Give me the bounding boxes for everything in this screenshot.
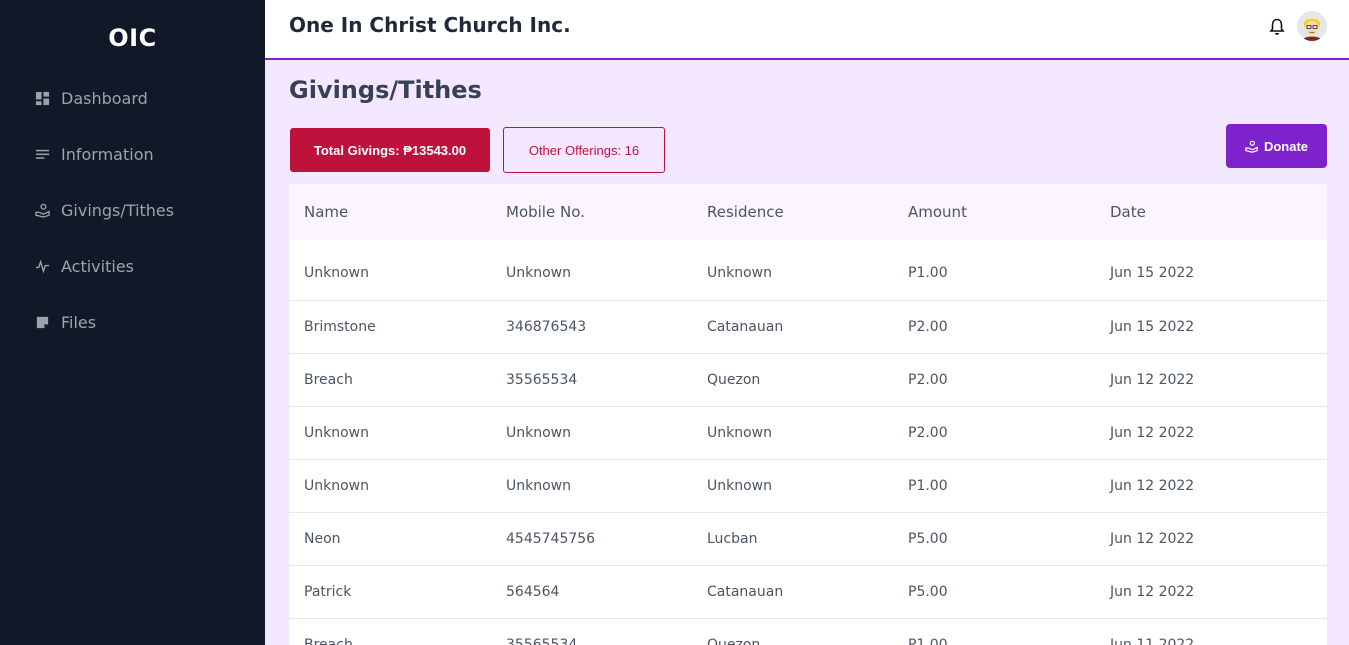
column-header-residence[interactable]: Residence (691, 203, 892, 221)
donate-button[interactable]: Donate (1226, 124, 1327, 168)
cell-name: Unknown (304, 478, 369, 494)
column-header-date[interactable]: Date (1093, 203, 1327, 221)
cell-amount: P2.00 (908, 372, 948, 388)
file-icon (34, 314, 50, 330)
sidebar-item-label: Dashboard (61, 88, 148, 108)
sidebar-item-label: Activities (61, 256, 134, 276)
cell-date: Jun 12 2022 (1110, 478, 1195, 494)
cell-date: Jun 11 2022 (1110, 637, 1195, 645)
cell-amount: P5.00 (908, 584, 948, 600)
cell-name: Unknown (304, 425, 369, 441)
cell-amount: P2.00 (908, 425, 948, 441)
cell-residence: Catanauan (707, 584, 784, 600)
cell-amount: P1.00 (908, 478, 948, 494)
cell-mobile: 346876543 (506, 319, 587, 335)
hand-coin-icon (34, 202, 50, 218)
pulse-icon (34, 258, 50, 274)
table-row[interactable]: Neon 4545745756 Lucban P5.00 Jun 12 2022 (289, 513, 1327, 566)
cell-name: Brimstone (304, 319, 376, 335)
table-body: Unknown Unknown Unknown P1.00 Jun 15 2022 Bri… (289, 240, 1327, 645)
givings-table: Name Mobile No. Residence Amount Date Un… (289, 184, 1327, 645)
table-row[interactable]: Brimstone 346876543 Catanauan P2.00 Jun 15 2… (289, 301, 1327, 354)
sidebar-item-activities[interactable]: Activities (0, 238, 265, 294)
table-row[interactable]: Breach 35565534 Quezon P1.00 Jun 11 2022 (289, 619, 1327, 645)
sidebar-nav: Dashboard Information Givings/Tithes Act… (0, 70, 265, 350)
avatar[interactable] (1297, 11, 1327, 41)
sidebar-item-dashboard[interactable]: Dashboard (0, 70, 265, 126)
cell-mobile: 35565534 (506, 637, 578, 645)
bell-icon[interactable] (1269, 18, 1285, 36)
cell-mobile: 4545745756 (506, 531, 596, 547)
page-title: Givings/Tithes (289, 76, 482, 104)
cell-date: Jun 12 2022 (1110, 531, 1195, 547)
cell-name: Breach (304, 372, 353, 388)
table-row[interactable]: Breach 35565534 Quezon P2.00 Jun 12 2022 (289, 354, 1327, 407)
table-row[interactable]: Unknown Unknown Unknown P1.00 Jun 12 2022 (289, 460, 1327, 513)
menu-lines-icon (34, 146, 50, 162)
app-title: One In Christ Church Inc. (289, 13, 571, 37)
cell-date: Jun 15 2022 (1110, 265, 1195, 281)
cell-mobile: 35565534 (506, 372, 578, 388)
cell-residence: Catanauan (707, 319, 784, 335)
other-offerings-button[interactable]: Other Offerings: 16 (503, 127, 665, 173)
hand-coin-icon (1245, 140, 1258, 153)
sidebar-item-givings[interactable]: Givings/Tithes (0, 182, 265, 238)
cell-residence: Lucban (707, 531, 758, 547)
table-header: Name Mobile No. Residence Amount Date (289, 184, 1327, 240)
table-row[interactable]: Patrick 564564 Catanauan P5.00 Jun 12 2022 (289, 566, 1327, 619)
cell-name: Patrick (304, 584, 352, 600)
cell-mobile: Unknown (506, 478, 571, 494)
sidebar-item-label: Files (61, 312, 97, 332)
sidebar-item-label: Givings/Tithes (61, 200, 175, 220)
brand-logo[interactable]: OIC (0, 24, 265, 52)
top-header: One In Christ Church Inc. (265, 0, 1349, 60)
cell-date: Jun 12 2022 (1110, 425, 1195, 441)
sidebar-item-files[interactable]: Files (0, 294, 265, 350)
cell-residence: Unknown (707, 265, 772, 281)
cell-amount: P1.00 (908, 265, 948, 281)
cell-name: Breach (304, 637, 353, 645)
cell-date: Jun 15 2022 (1110, 319, 1195, 335)
sidebar: OIC Dashboard Information Givings/Tithes… (0, 0, 265, 645)
cell-name: Neon (304, 531, 341, 547)
cell-residence: Quezon (707, 637, 761, 645)
cell-name: Unknown (304, 265, 369, 281)
cell-date: Jun 12 2022 (1110, 584, 1195, 600)
cell-amount: P5.00 (908, 531, 948, 547)
sidebar-item-information[interactable]: Information (0, 126, 265, 182)
cell-residence: Unknown (707, 425, 772, 441)
cell-residence: Quezon (707, 372, 761, 388)
dashboard-icon (34, 90, 50, 106)
column-header-mobile[interactable]: Mobile No. (490, 203, 691, 221)
total-givings-button[interactable]: Total Givings: ₱13543.00 (290, 128, 490, 172)
cell-mobile: Unknown (506, 425, 571, 441)
column-header-amount[interactable]: Amount (892, 203, 1093, 221)
cell-amount: P2.00 (908, 319, 948, 335)
cell-mobile: 564564 (506, 584, 560, 600)
sidebar-item-label: Information (61, 144, 154, 164)
cell-mobile: Unknown (506, 265, 571, 281)
cell-date: Jun 12 2022 (1110, 372, 1195, 388)
column-header-name[interactable]: Name (289, 203, 490, 221)
table-row[interactable]: Unknown Unknown Unknown P1.00 Jun 15 2022 (289, 240, 1327, 301)
donate-label: Donate (1263, 138, 1309, 154)
cell-residence: Unknown (707, 478, 772, 494)
table-row[interactable]: Unknown Unknown Unknown P2.00 Jun 12 2022 (289, 407, 1327, 460)
cell-amount: P1.00 (908, 637, 948, 645)
